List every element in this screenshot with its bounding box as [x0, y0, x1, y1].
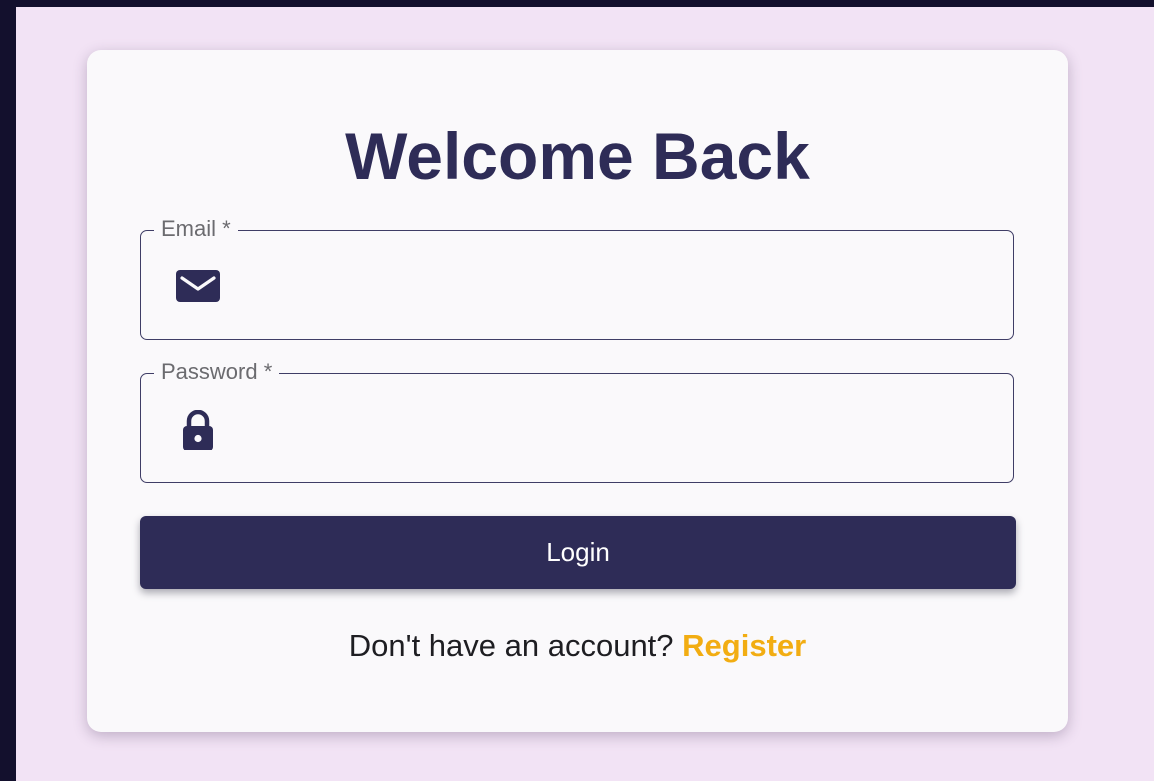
email-field[interactable]: Email *: [140, 215, 1014, 340]
register-prompt: Don't have an account? Register: [87, 626, 1068, 666]
mail-icon: [175, 267, 221, 307]
register-prompt-text: Don't have an account?: [348, 628, 674, 663]
register-link[interactable]: Register: [682, 628, 806, 663]
page-title: Welcome Back: [345, 119, 810, 193]
lock-icon: [175, 409, 221, 451]
page-background: Welcome Back Email * Password * Login Do…: [16, 7, 1154, 781]
login-button[interactable]: Login: [140, 516, 1016, 589]
password-field[interactable]: Password *: [140, 358, 1014, 483]
email-input[interactable]: [241, 253, 985, 319]
password-input[interactable]: [241, 396, 985, 462]
login-card: Welcome Back Email * Password * Login Do…: [87, 50, 1068, 732]
password-label: Password *: [154, 358, 280, 386]
email-label: Email *: [154, 215, 238, 243]
